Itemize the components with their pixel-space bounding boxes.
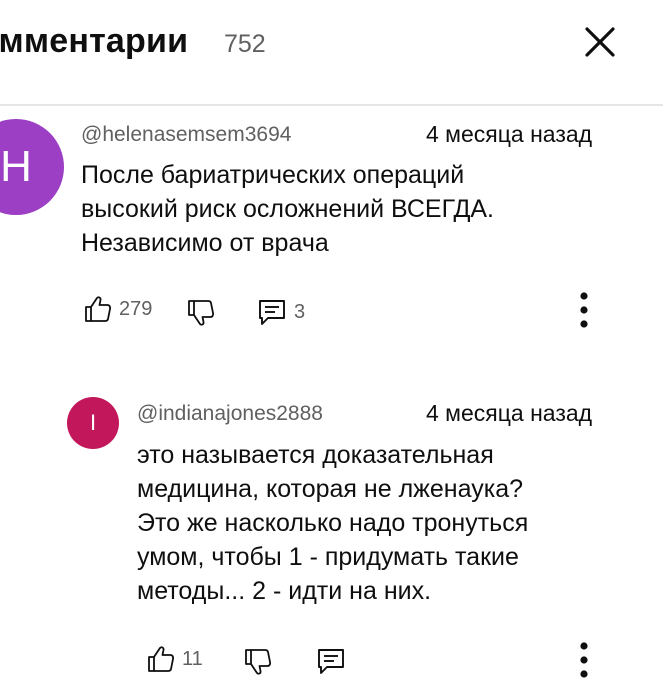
dislike-button[interactable] xyxy=(243,647,273,677)
comments-header: омментарии 752 xyxy=(0,0,663,104)
comment-author[interactable]: @helenasemsem3694 xyxy=(81,123,291,147)
comments-count: 752 xyxy=(224,30,266,58)
comment-text: После бариатрических операций высокий ри… xyxy=(81,158,494,260)
comment-line: После бариатрических операций xyxy=(81,161,465,189)
comment-line: это называется доказательная xyxy=(137,441,494,469)
comment-author[interactable]: @indianajones2888 xyxy=(137,402,323,426)
comment-time: 4 месяца назад xyxy=(426,121,593,147)
dislike-button[interactable] xyxy=(186,298,216,328)
avatar-letter: I xyxy=(89,410,97,435)
close-button[interactable] xyxy=(578,20,622,64)
comment-icon xyxy=(259,300,285,325)
reply-button[interactable] xyxy=(315,645,347,677)
comment-icon xyxy=(318,649,344,674)
like-button[interactable]: 11 xyxy=(146,644,203,674)
more-options-button[interactable] xyxy=(572,640,596,680)
avatar[interactable]: I xyxy=(67,397,119,449)
comment-line: медицина, которая не лженаука? xyxy=(137,475,524,503)
replies-button[interactable]: 3 xyxy=(256,296,305,328)
comment-line: Независимо от врача xyxy=(81,229,329,257)
comment-text: это называется доказательная медицина, к… xyxy=(137,438,528,608)
more-vertical-icon xyxy=(580,642,588,678)
close-icon xyxy=(585,27,615,57)
comment-time: 4 месяца назад xyxy=(426,400,593,426)
like-button[interactable]: 279 xyxy=(83,294,152,324)
more-vertical-icon xyxy=(580,292,588,328)
comments-title: омментарии xyxy=(0,22,189,60)
comment-line: умом, чтобы 1 - придумать такие xyxy=(137,543,519,571)
comments-panel: омментарии 752 H @helenasemsem3694 4 мес… xyxy=(0,0,663,683)
like-count: 279 xyxy=(119,297,153,320)
thumbs-up-icon xyxy=(148,646,175,672)
comment-line: Это же насколько надо тронуться xyxy=(137,509,529,537)
like-count: 11 xyxy=(182,647,203,670)
more-options-button[interactable] xyxy=(572,290,596,330)
header-divider xyxy=(0,104,663,106)
thumbs-up-icon xyxy=(85,296,112,322)
avatar[interactable]: H xyxy=(0,119,64,215)
thumbs-down-icon xyxy=(245,649,272,675)
comment-line: высокий риск осложнений ВСЕГДА. xyxy=(81,195,495,223)
avatar-letter: H xyxy=(0,142,32,191)
replies-count: 3 xyxy=(294,300,306,323)
comment-line: методы... 2 - идти на них. xyxy=(137,577,432,605)
thumbs-down-icon xyxy=(188,300,215,326)
